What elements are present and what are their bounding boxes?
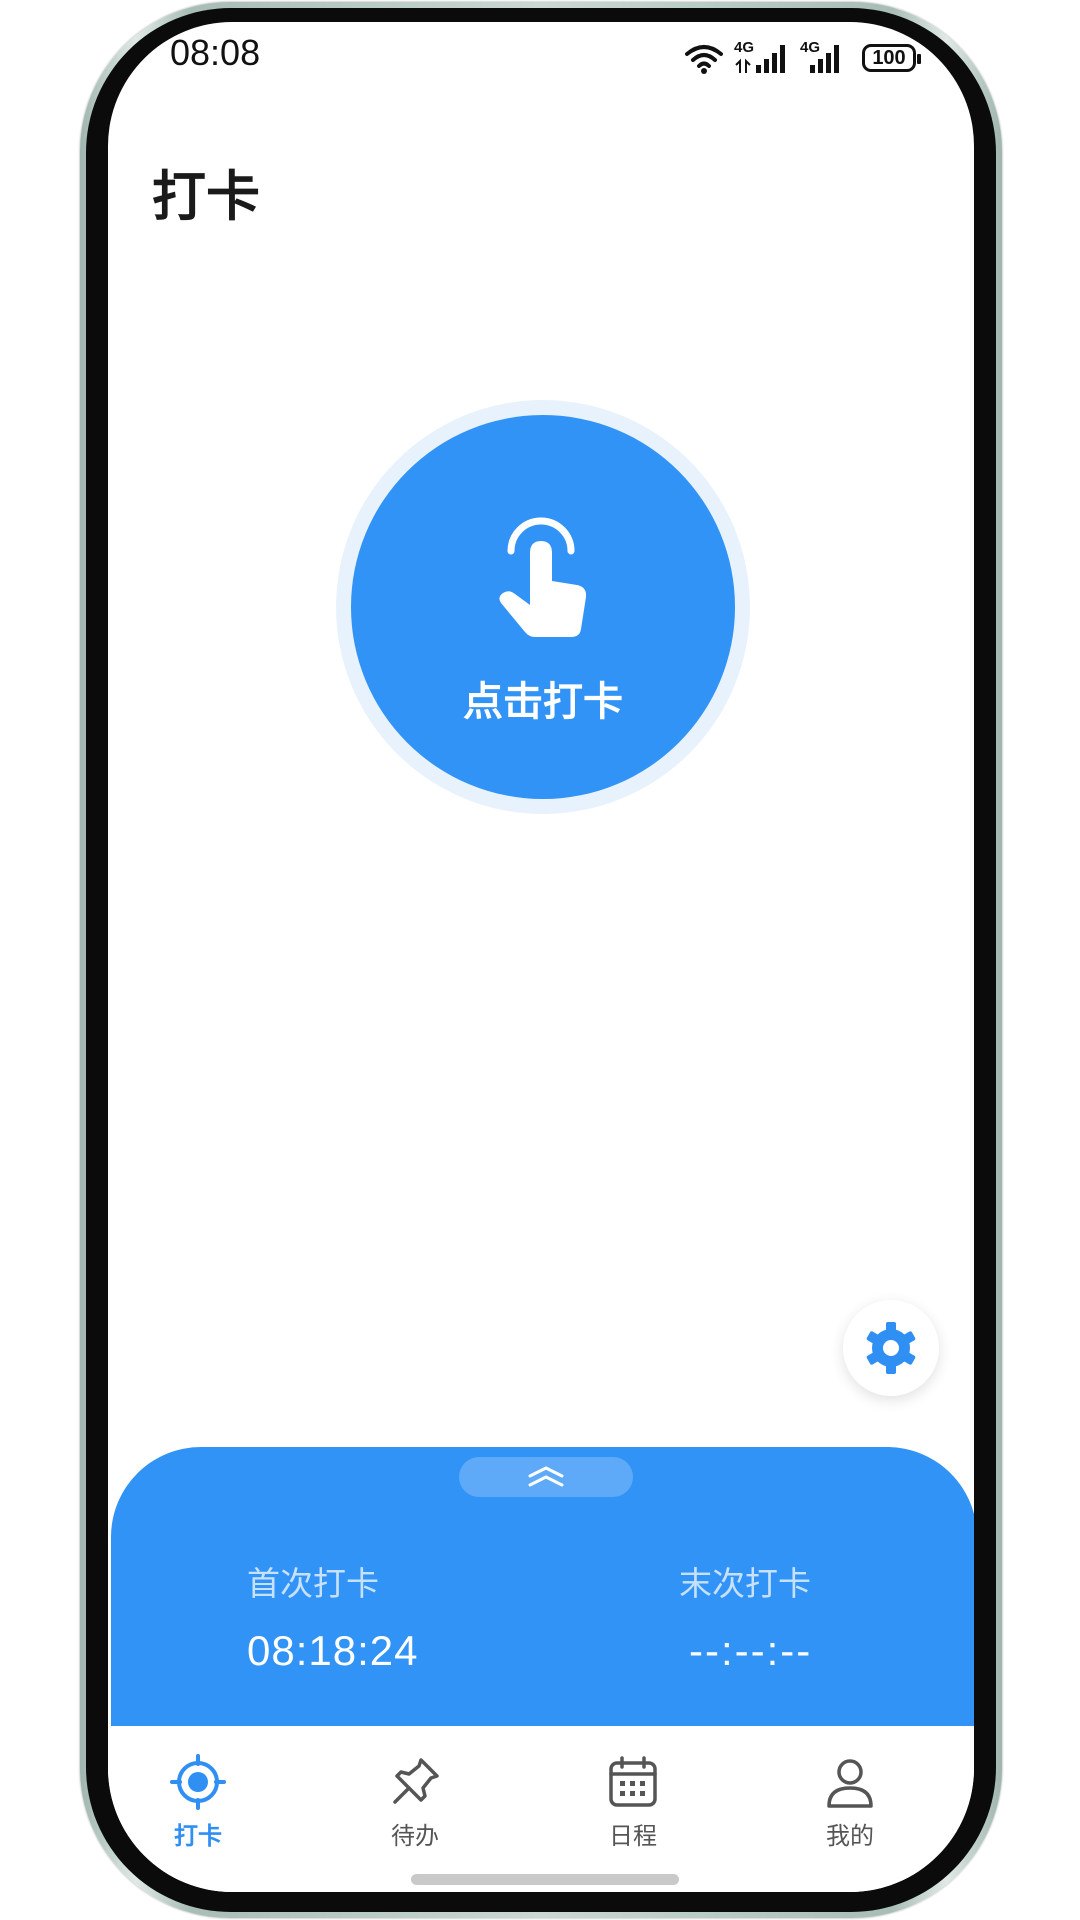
last-punch-label: 末次打卡: [679, 1564, 811, 1603]
calendar-icon: [609, 1756, 657, 1807]
sheet-expand-handle[interactable]: [459, 1457, 633, 1497]
battery-level: 100: [872, 46, 906, 69]
status-time: 08:08: [170, 32, 261, 73]
status-icons: 4G 4G 100: [684, 38, 921, 78]
first-punch-time: 08:18:24: [247, 1627, 419, 1674]
app-screen: 08:08 4G 4G 100 打卡 点击打卡 首次打卡 08:18:24 末次…: [108, 22, 974, 1892]
punch-in-button[interactable]: 点击打卡: [351, 415, 735, 799]
tab-mine[interactable]: 我的: [790, 1754, 910, 1851]
gear-icon: [866, 1322, 916, 1374]
settings-button[interactable]: [843, 1300, 939, 1396]
pin-icon: [393, 1758, 439, 1804]
status-bar: 08:08 4G 4G 100: [108, 22, 974, 88]
last-punch: 末次打卡 --:--:--: [679, 1557, 812, 1675]
battery-icon: 100: [862, 44, 921, 72]
page-title: 打卡: [152, 165, 260, 228]
locate-icon: [170, 1754, 226, 1810]
signal-4g-icon-2: 4G: [800, 39, 852, 75]
tab-todo[interactable]: 待办: [355, 1754, 475, 1851]
tab-schedule-label: 日程: [609, 1822, 657, 1850]
bottom-tab-bar: 打卡 待办 日程 我的: [108, 1726, 974, 1892]
wifi-icon: [685, 45, 723, 74]
tab-schedule[interactable]: 日程: [573, 1754, 693, 1851]
punch-summary-sheet: 首次打卡 08:18:24 末次打卡 --:--:--: [111, 1447, 974, 1747]
first-punch-label: 首次打卡: [247, 1564, 379, 1603]
signal-4g-icon: 4G: [734, 39, 790, 75]
tab-punch[interactable]: 打卡: [138, 1754, 258, 1851]
punch-button-label: 点击打卡: [463, 679, 623, 725]
tab-mine-label: 我的: [826, 1822, 874, 1850]
home-indicator[interactable]: [411, 1874, 679, 1885]
tap-hand-icon: [499, 517, 587, 637]
chevron-up-icon: [528, 1466, 564, 1487]
person-icon: [827, 1759, 873, 1808]
tab-todo-label: 待办: [391, 1822, 439, 1850]
last-punch-time: --:--:--: [689, 1627, 813, 1674]
tab-punch-label: 打卡: [174, 1822, 222, 1850]
first-punch: 首次打卡 08:18:24: [247, 1557, 419, 1675]
